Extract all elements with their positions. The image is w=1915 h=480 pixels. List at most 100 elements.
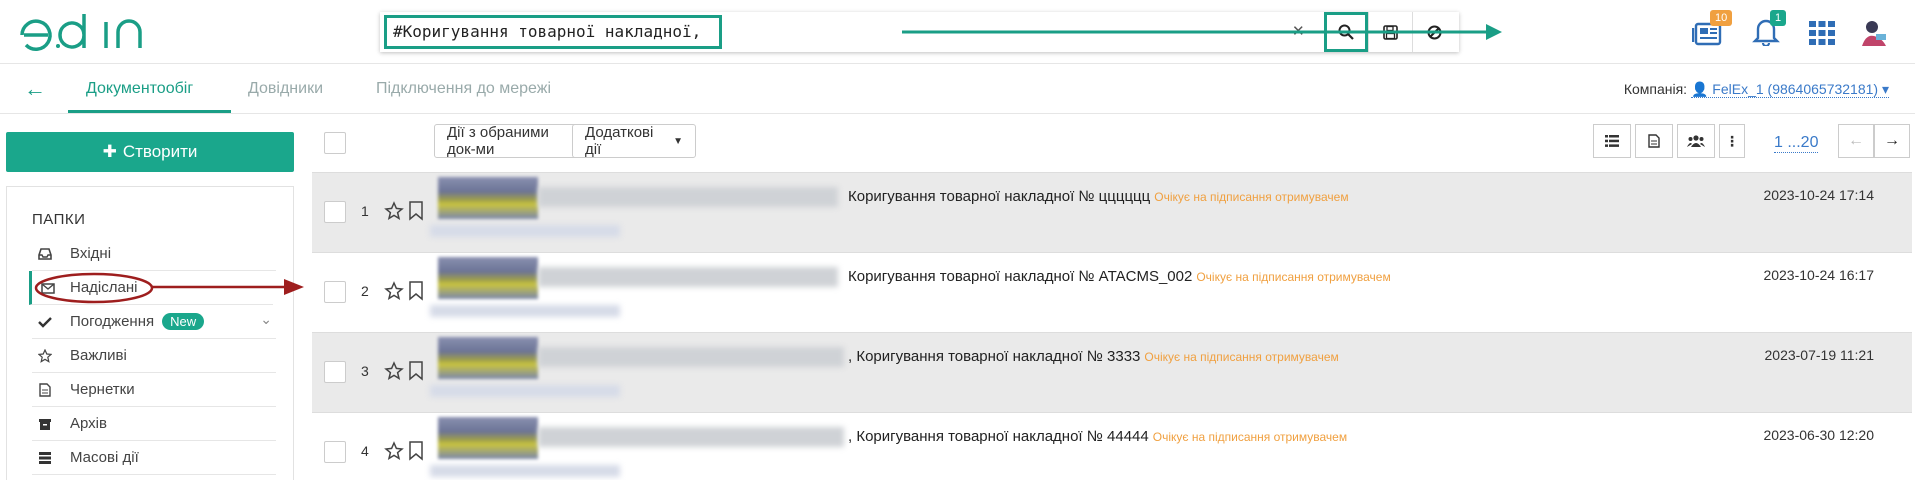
news-button[interactable]: 10 (1691, 10, 1733, 48)
document-status: Очікує на підписання отримувачем (1144, 350, 1339, 364)
save-icon (1383, 24, 1398, 40)
select-all-checkbox[interactable] (324, 132, 346, 154)
notifications-button[interactable]: 1 (1752, 10, 1787, 48)
notifications-badge: 1 (1770, 10, 1787, 26)
document-status: Очікує на підписання отримувачем (1152, 430, 1348, 444)
document-title[interactable]: Коригування товарної накладної № ATACMS_… (848, 268, 1391, 285)
document-title[interactable]: , Коригування товарної накладної № 44444… (848, 428, 1347, 445)
tab-network-connection[interactable]: Підключення до мережі (376, 80, 551, 98)
envelope-icon (41, 283, 55, 294)
row-checkbox[interactable] (324, 361, 346, 383)
kebab-icon: ⋮ (1725, 132, 1739, 149)
company-label: Компанія: (1623, 81, 1688, 97)
document-row[interactable]: 2 Коригування товарної накладної № ATACM… (312, 252, 1912, 332)
document-date: 2023-07-19 11:21 (1764, 347, 1875, 363)
blurred-counterparty (538, 187, 838, 207)
group-view-button[interactable] (1677, 124, 1715, 158)
bookmark-icon[interactable] (408, 201, 424, 221)
apps-button[interactable] (1808, 20, 1836, 46)
plus-icon: ✚ (102, 142, 117, 161)
star-icon[interactable] (384, 281, 404, 301)
sidebar-item-label: Чернетки (70, 381, 135, 398)
document-date: 2023-06-30 12:20 (1763, 427, 1874, 443)
edin-logo[interactable] (18, 8, 158, 58)
chevron-down-icon[interactable]: ⌄ (260, 311, 272, 328)
sidebar-item-archive[interactable]: Архів (32, 407, 276, 441)
back-arrow-icon[interactable]: ← (24, 76, 46, 102)
row-number: 3 (361, 363, 369, 379)
inbox-icon (38, 248, 52, 260)
search-button[interactable] (1324, 12, 1368, 52)
news-badge: 10 (1710, 10, 1733, 26)
blurred-company-logo (438, 257, 538, 299)
block-icon (1427, 25, 1442, 39)
row-checkbox[interactable] (324, 281, 346, 303)
blurred-details (430, 225, 620, 237)
star-icon[interactable] (384, 361, 404, 381)
new-badge: New (162, 313, 205, 330)
document-icon (1648, 134, 1660, 148)
document-row[interactable]: 4 , Коригування товарної накладної № 444… (312, 412, 1912, 480)
apps-grid-icon (1809, 21, 1835, 45)
users-icon (1687, 135, 1705, 147)
document-title[interactable]: Коригування товарної накладної № цццццц О… (848, 188, 1349, 205)
user-avatar[interactable] (1858, 16, 1890, 48)
document-title[interactable]: , Коригування товарної накладної № 3333 О… (848, 348, 1339, 365)
company-selector: Компанія: 👤 FelEx_1 (9864065732181) ▾ (1624, 81, 1889, 98)
more-options-button[interactable]: ⋮ (1719, 124, 1745, 158)
prev-page-button[interactable]: ← (1838, 124, 1874, 158)
blurred-company-logo (438, 417, 538, 459)
document-status: Очікує на підписання отримувачем (1196, 270, 1391, 284)
folders-panel: ПАПКИ Вхідні Надіслані Погодження New ⌄ … (6, 186, 294, 480)
pagination-range[interactable]: 1 ...20 (1774, 134, 1819, 153)
next-page-button[interactable]: → (1874, 124, 1910, 158)
clear-search-icon[interactable]: ✕ (1292, 22, 1305, 40)
list-view-button[interactable] (1593, 124, 1631, 158)
row-number: 1 (361, 203, 369, 219)
star-icon[interactable] (384, 441, 404, 461)
row-number: 4 (361, 443, 369, 459)
row-number: 2 (361, 283, 369, 299)
create-button[interactable]: ✚ Створити (6, 132, 294, 172)
sidebar-item-important[interactable]: Важливі (32, 339, 276, 373)
blurred-company-logo (438, 177, 538, 219)
sidebar-item-label: Надіслані (70, 279, 138, 296)
blurred-counterparty (538, 427, 844, 447)
tab-document-flow[interactable]: Документообіг (86, 80, 193, 98)
search-bar: #Коригування товарної накладної, ✕ (380, 12, 1459, 52)
sidebar-item-inbox[interactable]: Вхідні (32, 237, 276, 271)
document-row[interactable]: 1 Коригування товарної накладної № ццццц… (312, 172, 1912, 252)
search-input[interactable]: #Коригування товарної накладної, (384, 15, 722, 49)
star-icon[interactable] (384, 201, 404, 221)
row-checkbox[interactable] (324, 441, 346, 463)
avatar-icon (1862, 21, 1886, 46)
reset-search-button[interactable] (1412, 12, 1456, 52)
tab-directories[interactable]: Довідники (248, 80, 323, 98)
user-icon: 👤 (1690, 81, 1709, 97)
row-checkbox[interactable] (324, 201, 346, 223)
sidebar-item-approval[interactable]: Погодження New ⌄ (32, 305, 276, 339)
sidebar-item-mass-actions[interactable]: Масові дії (32, 441, 276, 475)
blurred-company-logo (438, 337, 538, 379)
bookmark-icon[interactable] (408, 361, 424, 381)
document-view-button[interactable] (1635, 124, 1673, 158)
top-bar: #Коригування товарної накладної, ✕ 10 1 (0, 0, 1915, 64)
sidebar-item-drafts[interactable]: Чернетки (32, 373, 276, 407)
document-status: Очікує на підписання отримувачем (1154, 190, 1349, 204)
active-tab-indicator (68, 110, 231, 113)
company-dropdown[interactable]: 👤 FelEx_1 (9864065732181) ▾ (1690, 81, 1889, 98)
bookmark-icon[interactable] (408, 441, 424, 461)
sidebar-item-sent[interactable]: Надіслані (29, 271, 273, 305)
star-icon (38, 349, 52, 363)
additional-actions-dropdown[interactable]: Додаткові дії ▼ (572, 124, 696, 158)
check-icon (38, 317, 52, 328)
search-icon (1338, 24, 1354, 40)
sidebar-item-label: Архів (70, 415, 107, 432)
additional-actions-label: Додаткові дії (585, 124, 654, 158)
create-label: Створити (122, 142, 198, 161)
document-row[interactable]: 3 , Коригування товарної накладної № 333… (312, 332, 1912, 412)
blurred-details (430, 465, 620, 477)
documents-toolbar: Дії з обраними док-ми▼ Додаткові дії▼ ⋮ … (312, 124, 1912, 164)
bookmark-icon[interactable] (408, 281, 424, 301)
save-search-button[interactable] (1368, 12, 1412, 52)
